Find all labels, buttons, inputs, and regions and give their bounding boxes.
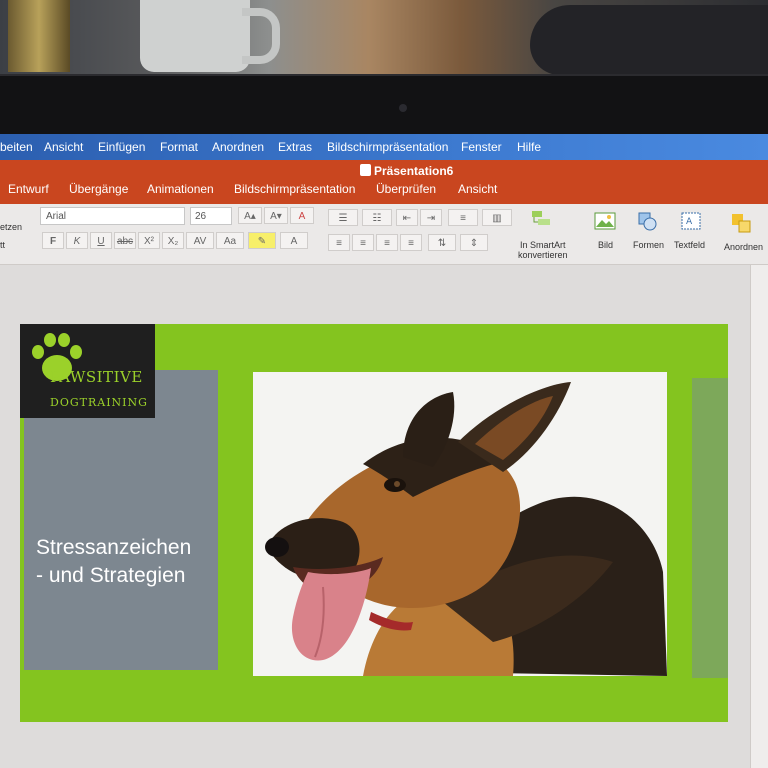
ribbon-header: Präsentation6 Entwurf Übergänge Animatio… (0, 160, 768, 204)
german-shepherd-image (265, 382, 667, 676)
italic-button[interactable]: K (66, 232, 88, 249)
bold-button[interactable]: F (42, 232, 64, 249)
tab-ueberpruefen[interactable]: Überprüfen (376, 182, 436, 196)
layout-label[interactable]: tt (0, 240, 5, 250)
textbox-icon[interactable]: A (680, 210, 702, 232)
ersetzen-label[interactable]: etzen (0, 222, 22, 232)
justify-icon[interactable]: ≡ (400, 234, 422, 251)
smartart-label-line1: In SmartArt (520, 240, 566, 250)
webcam (399, 104, 407, 112)
picture-icon[interactable] (594, 210, 616, 232)
shrink-font-button[interactable]: A▾ (264, 207, 288, 224)
font-size-select[interactable]: 26 (190, 207, 232, 225)
highlight-button[interactable]: ✎ (248, 232, 276, 249)
dog-photo[interactable] (253, 372, 667, 676)
tab-entwurf[interactable]: Entwurf (8, 182, 49, 196)
laptop-bezel (0, 74, 768, 136)
menu-anordnen[interactable]: Anordnen (212, 140, 264, 154)
mug (140, 0, 250, 72)
menu-fenster[interactable]: Fenster (461, 140, 502, 154)
bild-label[interactable]: Bild (598, 240, 613, 250)
bullets-icon[interactable]: ☰ (328, 209, 358, 226)
outdent-icon[interactable]: ⇤ (396, 209, 418, 226)
slide-title-line2: - und Strategien (36, 564, 186, 587)
align-right-icon[interactable]: ≡ (376, 234, 398, 251)
tab-animationen[interactable]: Animationen (147, 182, 214, 196)
change-case-button[interactable]: Aa (216, 232, 244, 249)
menu-ansicht[interactable]: Ansicht (44, 140, 83, 154)
menu-bar: beiten Ansicht Einfügen Format Anordnen … (0, 134, 768, 160)
ribbon-toolbar: etzen tt Arial 26 A▴ A▾ A F K U abc X² X… (0, 204, 768, 265)
strikethrough-button[interactable]: abc (114, 232, 136, 249)
clear-format-button[interactable]: A (290, 207, 314, 224)
powerpoint-doc-icon (360, 164, 371, 176)
bottle (8, 0, 70, 72)
smartart-icon[interactable] (530, 208, 552, 230)
columns-icon[interactable]: ▥ (482, 209, 512, 226)
slide-title[interactable]: Stressanzeichen - und Strategien (36, 534, 216, 590)
logo-subtitle-text: DOGTRAINING (50, 396, 148, 409)
text-direction-icon[interactable]: ⇅ (428, 234, 456, 251)
tab-uebergaenge[interactable]: Übergänge (69, 182, 128, 196)
align-left-icon[interactable]: ≡ (328, 234, 350, 251)
align-center-icon[interactable]: ≡ (352, 234, 374, 251)
tab-ansicht[interactable]: Ansicht (458, 182, 497, 196)
logo-brand-text: PAWSITIVE (50, 368, 143, 386)
menu-bearbeiten[interactable]: beiten (0, 140, 33, 154)
underline-button[interactable]: U (90, 232, 112, 249)
subscript-button[interactable]: X₂ (162, 232, 184, 249)
font-name-select[interactable]: Arial (40, 207, 185, 225)
arrange-icon[interactable] (730, 212, 752, 234)
formen-label[interactable]: Formen (633, 240, 664, 250)
line-spacing-icon[interactable]: ≡ (448, 209, 478, 226)
menu-einfuegen[interactable]: Einfügen (98, 140, 145, 154)
tab-bildschirmpraesentation[interactable]: Bildschirmpräsentation (234, 182, 355, 196)
textfeld-label[interactable]: Textfeld (674, 240, 705, 250)
pawsitive-logo[interactable]: PAWSITIVE DOGTRAINING (20, 324, 155, 418)
align-text-icon[interactable]: ⇕ (460, 234, 488, 251)
shapes-icon[interactable] (636, 210, 658, 232)
character-spacing-button[interactable]: AV (186, 232, 214, 249)
menu-bildschirmpraesentation[interactable]: Bildschirmpräsentation (327, 140, 448, 154)
mug-handle (242, 8, 280, 64)
slide-right-accent (692, 378, 728, 678)
document-title-text: Präsentation6 (374, 164, 454, 178)
numbering-icon[interactable]: ☷ (362, 209, 392, 226)
slide-title-line1: Stressanzeichen (36, 536, 192, 559)
superscript-button[interactable]: X² (138, 232, 160, 249)
grow-font-button[interactable]: A▴ (238, 207, 262, 224)
anordnen-label[interactable]: Anordnen (724, 242, 763, 252)
dog-paw (530, 5, 768, 75)
menu-format[interactable]: Format (160, 140, 198, 154)
format-pane-edge[interactable] (750, 265, 768, 768)
smartart-label-line2: konvertieren (518, 250, 568, 260)
photo-scene: beiten Ansicht Einfügen Format Anordnen … (0, 0, 768, 768)
font-color-button[interactable]: A (280, 232, 308, 249)
document-title: Präsentation6 (360, 164, 453, 178)
menu-extras[interactable]: Extras (278, 140, 312, 154)
svg-text:A: A (686, 217, 693, 227)
menu-hilfe[interactable]: Hilfe (517, 140, 541, 154)
indent-icon[interactable]: ⇥ (420, 209, 442, 226)
